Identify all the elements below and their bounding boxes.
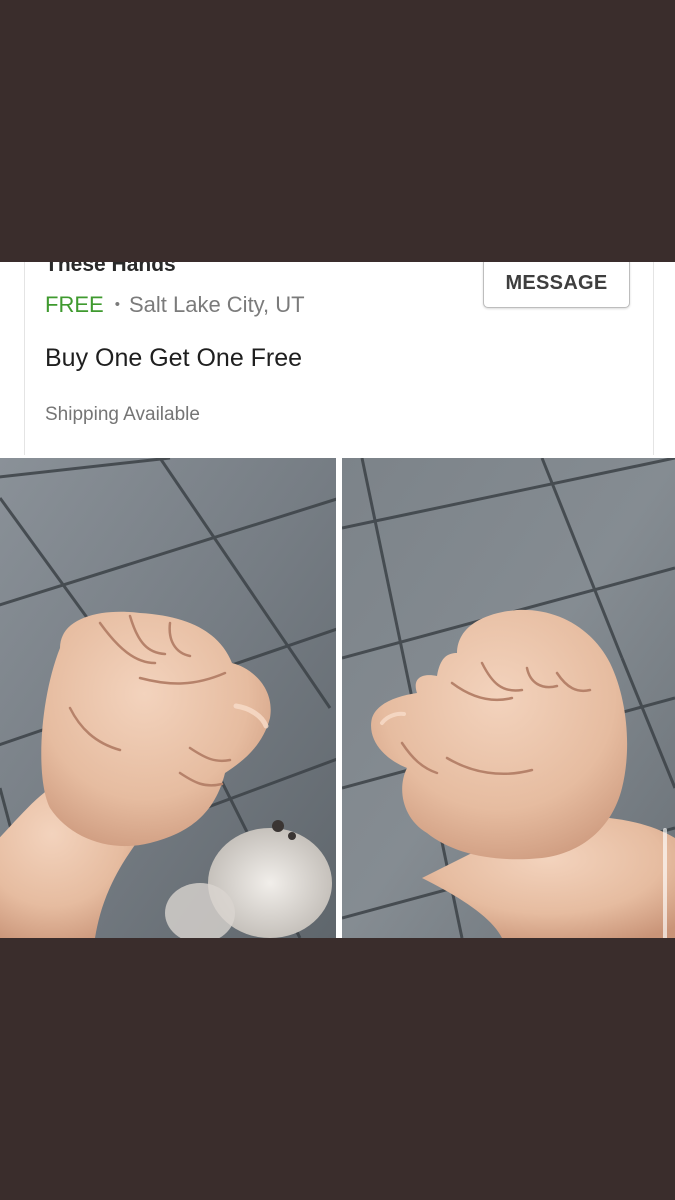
- meta-separator: •: [114, 296, 120, 313]
- shipping-label: Shipping Available: [45, 404, 200, 425]
- fist-photo-left-image: [0, 458, 336, 938]
- listing-title: These Hands: [45, 262, 176, 276]
- listing-location: Salt Lake City, UT: [128, 292, 305, 317]
- marketplace-listing-screenshot: These Hands FREE • Salt Lake City, UT Buy …: [0, 262, 675, 938]
- scroll-indicator[interactable]: [663, 828, 667, 938]
- message-button[interactable]: MESSAGE: [483, 262, 630, 308]
- fist-photo-right-image: [342, 458, 675, 938]
- listing-photos: [0, 458, 675, 938]
- listing-card: These Hands FREE • Salt Lake City, UT Buy …: [24, 262, 654, 455]
- listing-meta: FREE • Salt Lake City, UT: [45, 292, 305, 318]
- listing-price: FREE: [45, 292, 104, 317]
- fist-photo-right[interactable]: [342, 458, 675, 938]
- fist-photo-left[interactable]: [0, 458, 336, 938]
- listing-description: Buy One Get One Free: [45, 344, 303, 372]
